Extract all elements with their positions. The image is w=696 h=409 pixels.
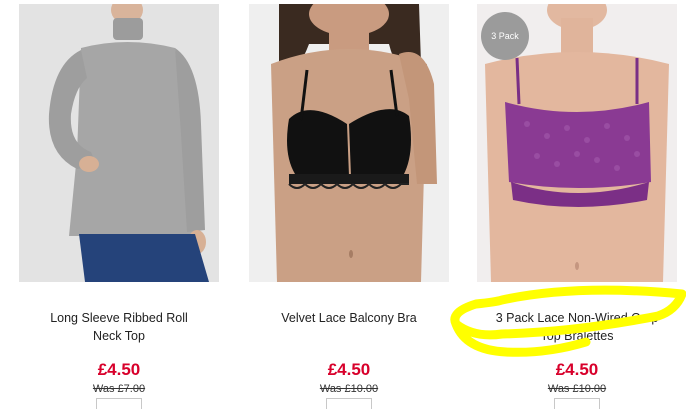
product-title-line[interactable]: 3 Pack Lace Non-Wired Crop <box>477 309 677 327</box>
product-price: £4.50 <box>97 360 141 379</box>
product-image[interactable] <box>249 4 449 282</box>
product-title-line[interactable]: Neck Top <box>19 327 219 345</box>
was-price: Was £10.00 <box>547 383 607 395</box>
product-card[interactable]: 3 Pack 3 Pack Lace Non-Wired Crop Top Br… <box>477 0 677 409</box>
was-price: Was £10.00 <box>319 383 379 395</box>
product-title-line[interactable]: Velvet Lace Balcony Bra <box>249 309 449 327</box>
product-title[interactable]: 3 Pack Lace Non-Wired Crop Top Bralettes <box>477 309 677 345</box>
product-title-line[interactable]: Long Sleeve Ribbed Roll <box>19 309 219 327</box>
product-image[interactable] <box>19 4 219 282</box>
product-card[interactable]: Velvet Lace Balcony Bra £4.50 Was £10.00 <box>249 0 449 409</box>
product-title[interactable]: Velvet Lace Balcony Bra <box>249 309 449 327</box>
product-title-line[interactable]: Top Bralettes <box>477 327 677 345</box>
product-price: £4.50 <box>327 360 371 379</box>
quantity-select[interactable] <box>554 398 600 409</box>
product-card[interactable]: Long Sleeve Ribbed Roll Neck Top £4.50 W… <box>19 0 219 409</box>
was-price: Was £7.00 <box>92 383 146 395</box>
quantity-select[interactable] <box>326 398 372 409</box>
product-image[interactable]: 3 Pack <box>477 4 677 282</box>
pack-badge: 3 Pack <box>481 12 529 60</box>
quantity-select[interactable] <box>96 398 142 409</box>
product-title[interactable]: Long Sleeve Ribbed Roll Neck Top <box>19 309 219 345</box>
product-price: £4.50 <box>555 360 599 379</box>
